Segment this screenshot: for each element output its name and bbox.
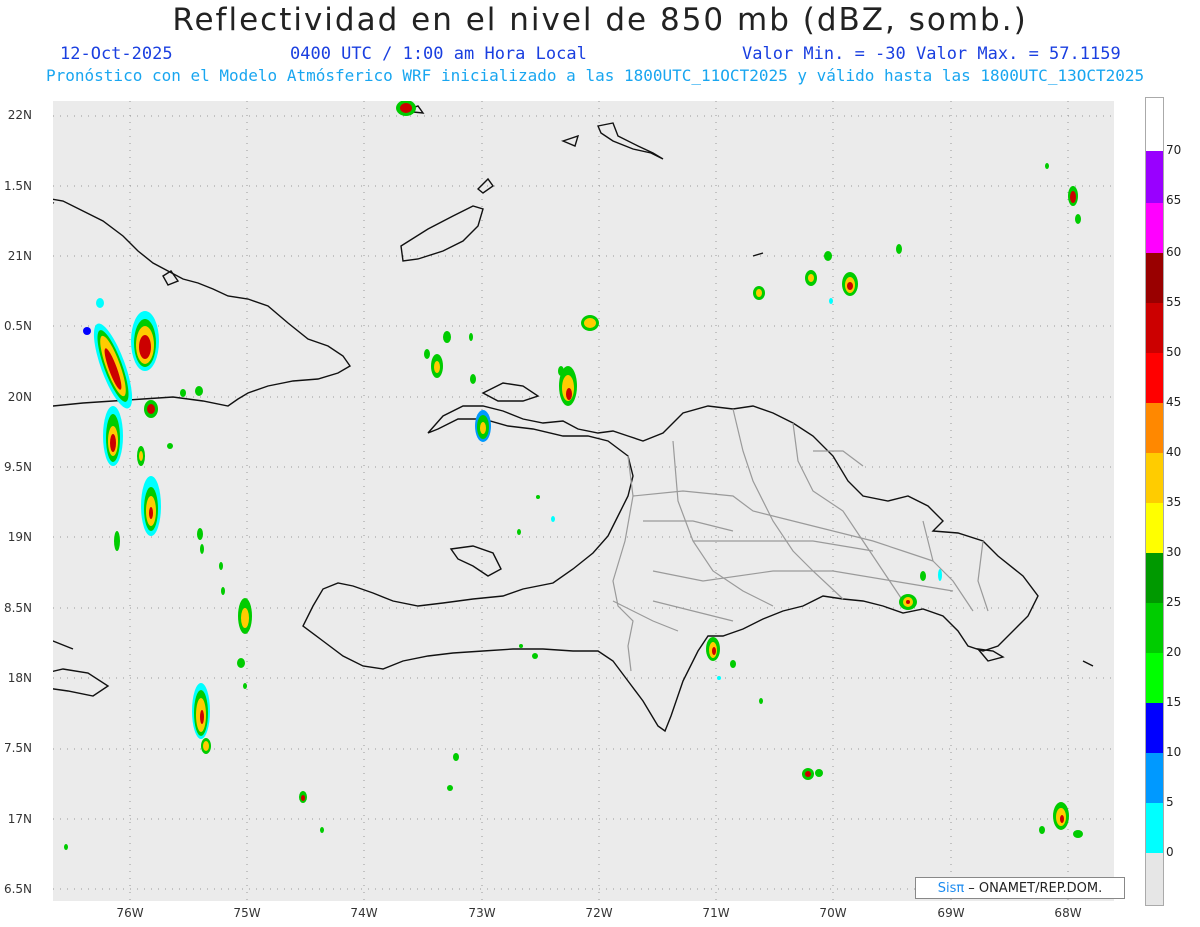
colorbar-segment <box>1146 553 1163 603</box>
colorbar <box>1145 97 1164 906</box>
colorbar-label: 55 <box>1166 295 1182 309</box>
forecast-label: Pronóstico con el Modelo Atmósferico WRF… <box>46 66 1145 85</box>
y-tick: 6.5N <box>3 882 32 896</box>
colorbar-segment <box>1146 353 1163 403</box>
colorbar-segment <box>1146 253 1163 303</box>
colorbar-segment <box>1146 603 1163 653</box>
credit-text: – ONAMET/REP.DOM. <box>968 880 1103 896</box>
credit-box: Sisπ – ONAMET/REP.DOM. <box>915 877 1125 899</box>
colorbar-segment <box>1146 803 1163 853</box>
x-tick: 71W <box>702 906 730 920</box>
x-tick: 70W <box>819 906 847 920</box>
date-label: 12-Oct-2025 <box>60 44 173 64</box>
colorbar-label: 50 <box>1166 345 1182 359</box>
map-canvas <box>32 100 1114 901</box>
y-tick: 22N <box>7 108 32 122</box>
colorbar-label: 15 <box>1166 695 1182 709</box>
colorbar-label: 20 <box>1166 645 1182 659</box>
colorbar-label: 0 <box>1166 845 1174 859</box>
y-tick: 21N <box>7 249 32 263</box>
colorbar-label: 70 <box>1166 143 1182 157</box>
y-tick: 17N <box>7 812 32 826</box>
colorbar-label: 45 <box>1166 395 1182 409</box>
y-tick: 18N <box>7 671 32 685</box>
sis-logo-text: Sisπ <box>937 880 965 896</box>
colorbar-label: 25 <box>1166 595 1182 609</box>
colorbar-label: 5 <box>1166 795 1174 809</box>
colorbar-segment <box>1146 653 1163 703</box>
y-tick: 0.5N <box>3 319 32 333</box>
colorbar-segment <box>1146 503 1163 553</box>
colorbar-label: 10 <box>1166 745 1182 759</box>
x-tick: 73W <box>468 906 496 920</box>
y-tick: 9.5N <box>3 460 32 474</box>
grid-lines <box>53 101 1114 901</box>
colorbar-segment <box>1146 203 1163 253</box>
y-tick: 8.5N <box>3 601 32 615</box>
x-tick: 75W <box>233 906 261 920</box>
y-tick: 19N <box>7 530 32 544</box>
x-tick: 76W <box>116 906 144 920</box>
colorbar-segment <box>1146 753 1163 803</box>
colorbar-segment-below <box>1146 853 1163 905</box>
map-title: Reflectividad en el nivel de 850 mb (dBZ… <box>172 2 1028 38</box>
colorbar-label: 30 <box>1166 545 1182 559</box>
y-tick: 1.5N <box>3 179 32 193</box>
colorbar-segment <box>1146 151 1163 203</box>
province-borders <box>612 408 989 672</box>
colorbar-label: 65 <box>1166 193 1182 207</box>
y-tick: 7.5N <box>3 741 32 755</box>
colorbar-label: 35 <box>1166 495 1182 509</box>
colorbar-label: 40 <box>1166 445 1182 459</box>
colorbar-segment <box>1146 703 1163 753</box>
x-tick: 72W <box>585 906 613 920</box>
reflectivity-cells <box>64 100 1083 850</box>
x-tick: 74W <box>350 906 378 920</box>
coastlines <box>32 105 1094 733</box>
min-max-label: Valor Min. = -30 Valor Max. = 57.1159 <box>742 44 1121 64</box>
x-tick: 69W <box>937 906 965 920</box>
map-plot-area <box>32 100 1114 901</box>
colorbar-segment <box>1146 303 1163 353</box>
colorbar-segment <box>1146 403 1163 453</box>
colorbar-segment <box>1146 453 1163 503</box>
time-label: 0400 UTC / 1:00 am Hora Local <box>290 44 587 64</box>
x-tick: 68W <box>1054 906 1082 920</box>
y-tick: 20N <box>7 390 32 404</box>
colorbar-label: 60 <box>1166 245 1182 259</box>
